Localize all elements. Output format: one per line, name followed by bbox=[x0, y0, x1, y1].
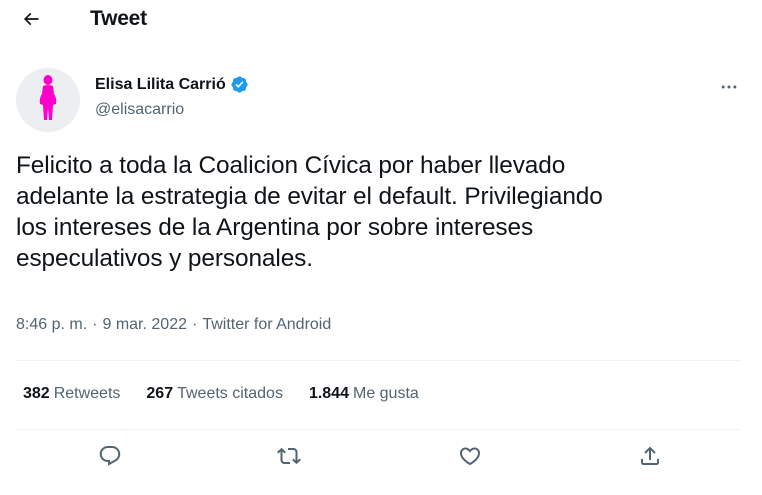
verified-badge-icon bbox=[230, 75, 249, 94]
divider bbox=[16, 360, 740, 361]
tweet-time[interactable]: 8:46 p. m. bbox=[16, 316, 87, 334]
retweet-icon bbox=[277, 444, 301, 473]
like-button[interactable] bbox=[452, 440, 488, 476]
likes-stat[interactable]: 1.844 Me gusta bbox=[309, 385, 419, 403]
meta-separator: · bbox=[92, 316, 98, 333]
share-button[interactable] bbox=[632, 440, 668, 476]
tweet-source[interactable]: Twitter for Android bbox=[202, 316, 331, 334]
user-handle[interactable]: @elisacarrio bbox=[95, 101, 184, 119]
retweets-stat[interactable]: 382 Retweets bbox=[23, 385, 120, 403]
arrow-left-icon bbox=[21, 9, 41, 34]
page-title: Tweet bbox=[90, 7, 147, 30]
quotes-stat[interactable]: 267 Tweets citados bbox=[146, 385, 283, 403]
back-button[interactable] bbox=[16, 6, 46, 36]
retweets-count: 382 bbox=[23, 385, 50, 402]
tweet-meta: 8:46 p. m. · 9 mar. 2022 · Twitter for A… bbox=[16, 316, 331, 334]
retweets-label: Retweets bbox=[53, 385, 121, 402]
header: Tweet bbox=[0, 0, 762, 42]
tweet-stats: 382 Retweets 267 Tweets citados 1.844 Me… bbox=[23, 385, 419, 403]
retweet-button[interactable] bbox=[271, 440, 307, 476]
display-name[interactable]: Elisa Lilita Carrió bbox=[95, 76, 226, 94]
reply-bubble-icon bbox=[98, 444, 122, 473]
tweet-text: Felicito a toda la Coalicion Cívica por … bbox=[16, 152, 603, 272]
likes-count: 1.844 bbox=[308, 385, 349, 402]
reply-button[interactable] bbox=[92, 440, 128, 476]
tweet-actions bbox=[0, 440, 762, 480]
tweet-author: Elisa Lilita Carrió @elisacarrio bbox=[16, 68, 746, 132]
share-upload-icon bbox=[638, 444, 662, 473]
meta-separator: · bbox=[191, 316, 198, 333]
avatar[interactable] bbox=[16, 68, 80, 132]
quotes-label: Tweets citados bbox=[177, 385, 283, 402]
person-silhouette-icon bbox=[37, 74, 59, 127]
more-options-button[interactable] bbox=[712, 72, 746, 106]
more-horizontal-icon bbox=[719, 77, 739, 102]
tweet-date[interactable]: 9 mar. 2022 bbox=[102, 316, 187, 334]
name-row: Elisa Lilita Carrió bbox=[95, 75, 249, 94]
likes-label: Me gusta bbox=[352, 385, 419, 402]
heart-icon bbox=[458, 444, 482, 473]
divider bbox=[16, 429, 740, 430]
quotes-count: 267 bbox=[146, 385, 174, 402]
